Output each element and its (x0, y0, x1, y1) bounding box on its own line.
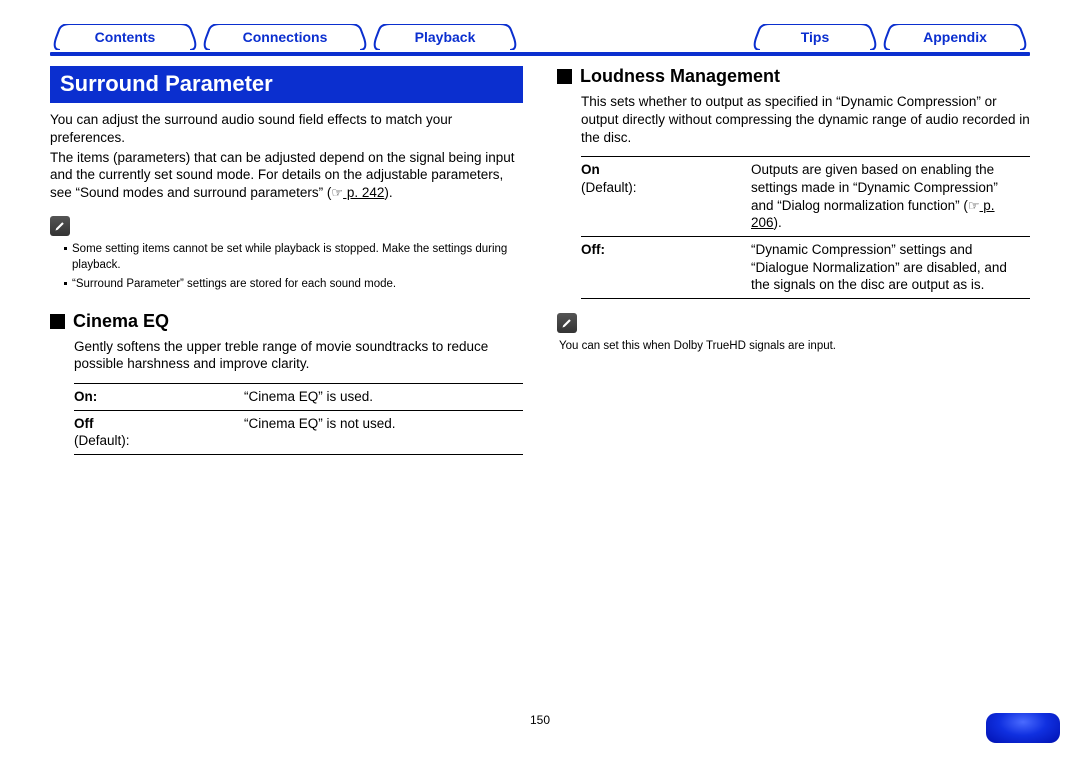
pointer-icon: ☞ (331, 184, 343, 201)
option-row: On (Default): Outputs are given based on… (581, 157, 1030, 237)
square-bullet-icon (557, 69, 572, 84)
loudness-options: On (Default): Outputs are given based on… (581, 156, 1030, 298)
tab-playback-label: Playback (415, 29, 476, 45)
loudness-body: This sets whether to output as specified… (557, 93, 1030, 146)
subheading-loudness: Loudness Management (557, 66, 1030, 87)
square-bullet-icon (50, 314, 65, 329)
tab-connections-label: Connections (243, 29, 328, 45)
option-row: Off (Default): “Cinema EQ” is not used. (74, 410, 523, 454)
pencil-icon (50, 216, 70, 236)
page-link-242[interactable]: p. 242 (343, 185, 384, 200)
cinema-eq-body: Gently softens the upper treble range of… (50, 338, 523, 374)
tab-tips-label: Tips (801, 29, 830, 45)
tab-contents-label: Contents (95, 29, 156, 45)
tab-appendix-label: Appendix (923, 29, 987, 45)
pencil-icon (557, 313, 577, 333)
brand-logo (986, 713, 1060, 743)
intro-text-1: You can adjust the surround audio sound … (50, 111, 523, 147)
tab-contents[interactable]: Contents (50, 24, 200, 50)
tab-appendix[interactable]: Appendix (880, 24, 1030, 50)
note-item: “Surround Parameter” settings are stored… (64, 277, 523, 293)
option-row: On: “Cinema EQ” is used. (74, 384, 523, 411)
right-column: Loudness Management This sets whether to… (557, 66, 1030, 455)
page-number: 150 (0, 713, 1080, 727)
section-title: Surround Parameter (50, 66, 523, 103)
note-block: You can set this when Dolby TrueHD signa… (557, 313, 1030, 355)
tab-playback[interactable]: Playback (370, 24, 520, 50)
tab-tips[interactable]: Tips (750, 24, 880, 50)
note-item: Some setting items cannot be set while p… (64, 242, 523, 273)
tab-connections[interactable]: Connections (200, 24, 370, 50)
subheading-cinema-eq: Cinema EQ (50, 311, 523, 332)
nav-tabs: Contents Connections Playback Tips Appen… (50, 24, 1030, 50)
note-block: Some setting items cannot be set while p… (50, 216, 523, 293)
note-text: You can set this when Dolby TrueHD signa… (557, 339, 1030, 355)
nav-underline (50, 52, 1030, 56)
left-column: Surround Parameter You can adjust the su… (50, 66, 523, 455)
pointer-icon: ☞ (968, 198, 980, 215)
cinema-eq-options: On: “Cinema EQ” is used. Off (Default): … (74, 383, 523, 455)
intro-text-2: The items (parameters) that can be adjus… (50, 149, 523, 202)
option-row: Off: “Dynamic Compression” settings and … (581, 236, 1030, 298)
